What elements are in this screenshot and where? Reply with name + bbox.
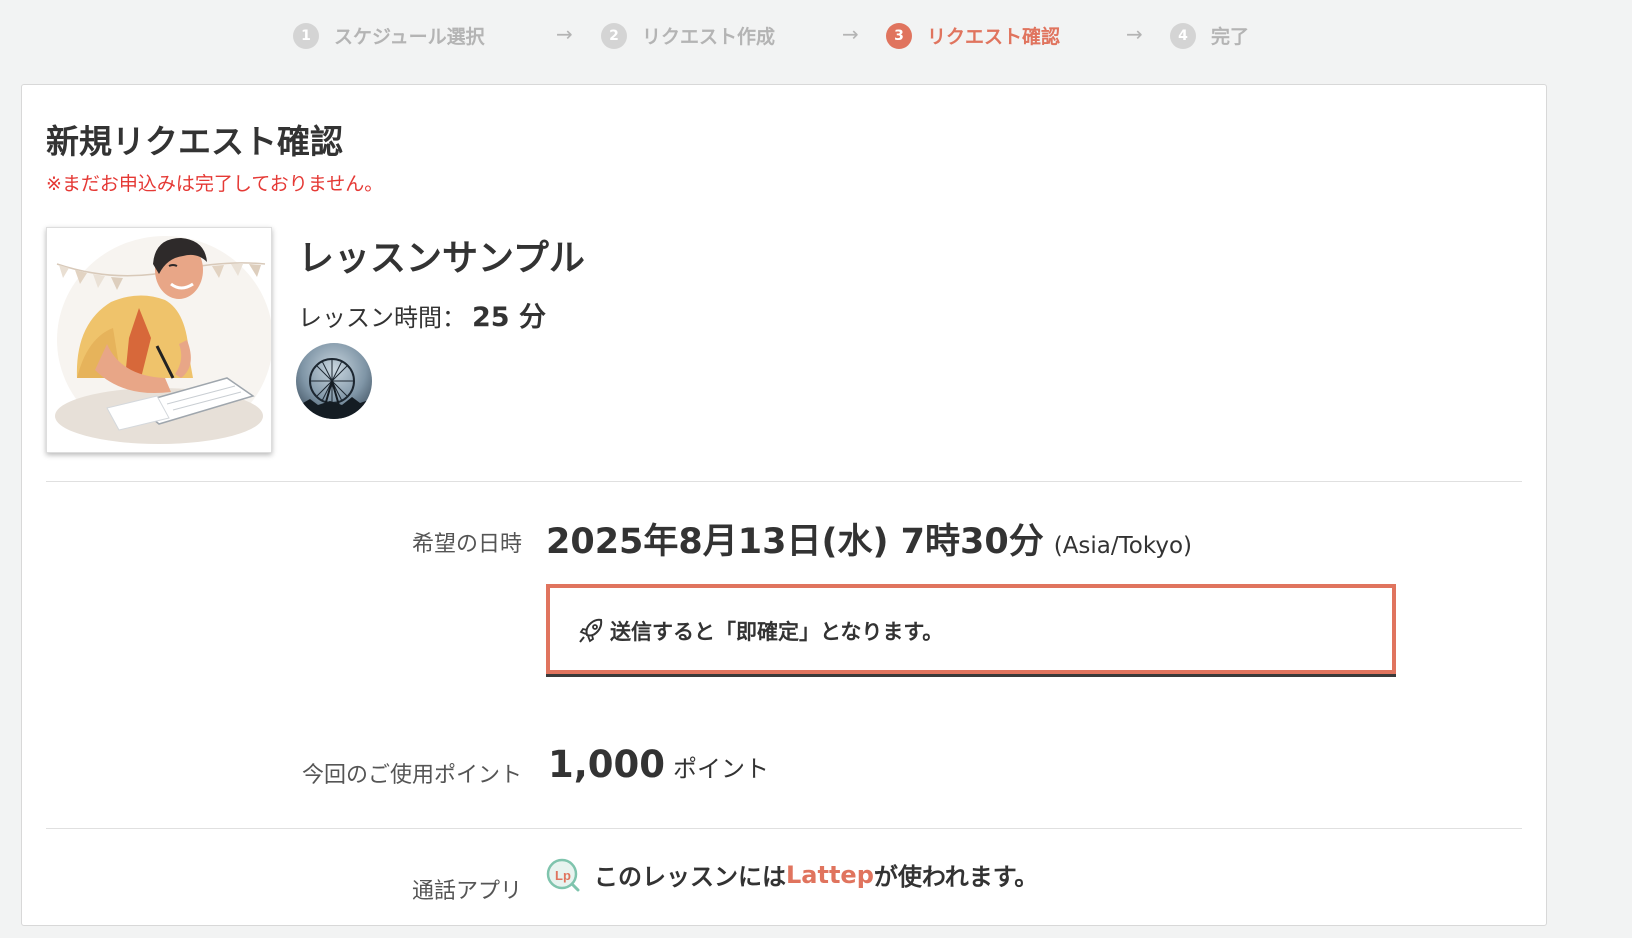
progress-stepper: 1 スケジュール選択 → 2 リクエスト作成 → 3 リクエスト確認 → 4 完…: [0, 0, 1568, 72]
app-prefix: このレッスンには: [594, 863, 786, 891]
points-number: 1,000: [548, 743, 666, 786]
datetime-text: 2025年8月13日(水) 7時30分: [546, 522, 1044, 562]
section-divider: [46, 481, 1522, 482]
step-number: 2: [601, 22, 627, 49]
page-title: 新規リクエスト確認: [46, 122, 343, 161]
instant-confirm-notice: 送信すると「即確定」となります。: [546, 584, 1396, 674]
duration-value: 25 分: [472, 302, 546, 333]
timezone: (Asia/Tokyo): [1053, 533, 1193, 559]
points-label: 今回のご使用ポイント: [301, 763, 522, 788]
lesson-name: レッスンサンプル: [298, 238, 585, 279]
lesson-duration: レッスン時間： 25 分: [298, 295, 546, 334]
duration-label: レッスン時間：: [298, 304, 466, 332]
app-name-link[interactable]: Lattep: [786, 861, 874, 889]
request-confirm-card: 新規リクエスト確認 ※まだお申込みは完了しておりません。 レッスンサンプル レッ…: [21, 84, 1547, 926]
step-number: 3: [886, 22, 912, 49]
step-label: リクエスト確認: [927, 26, 1061, 48]
ferris-wheel-avatar-image: [296, 343, 372, 419]
incomplete-notice: ※まだお申込みは完了しておりません。: [46, 173, 384, 195]
teacher-avatar[interactable]: [296, 343, 372, 419]
points-unit: ポイント: [673, 755, 770, 783]
step-label: 完了: [1211, 26, 1250, 48]
step-request-confirm: 3 リクエスト確認: [886, 22, 1060, 49]
person-writing-illustration: [47, 228, 271, 452]
step-arrow-icon: →: [556, 22, 573, 46]
step-complete: 4 完了: [1170, 22, 1249, 49]
call-app-info: Lp このレッスンには Lattep が使われます。: [546, 857, 1038, 892]
step-number: 4: [1170, 22, 1196, 49]
step-arrow-icon: →: [842, 22, 859, 46]
step-label: リクエスト作成: [642, 26, 776, 48]
svg-text:Lp: Lp: [555, 868, 571, 883]
lesson-thumbnail[interactable]: [46, 227, 272, 453]
step-label: スケジュール選択: [334, 26, 485, 48]
step-number: 1: [293, 22, 319, 49]
datetime-value: 2025年8月13日(水) 7時30分 (Asia/Tokyo): [546, 513, 1192, 564]
lattep-logo-icon: Lp: [546, 858, 580, 891]
step-arrow-icon: →: [1126, 22, 1143, 46]
step-schedule-select: 1 スケジュール選択: [293, 22, 485, 49]
points-value: 1,000 ポイント: [548, 743, 769, 786]
call-app-label: 通話アプリ: [411, 879, 522, 904]
app-suffix: が使われます。: [873, 863, 1039, 891]
rocket-icon: [579, 618, 603, 643]
section-divider: [46, 828, 1522, 829]
instant-message: 送信すると「即確定」となります。: [610, 620, 944, 644]
step-request-create: 2 リクエスト作成: [601, 22, 775, 49]
datetime-label: 希望の日時: [411, 532, 522, 557]
